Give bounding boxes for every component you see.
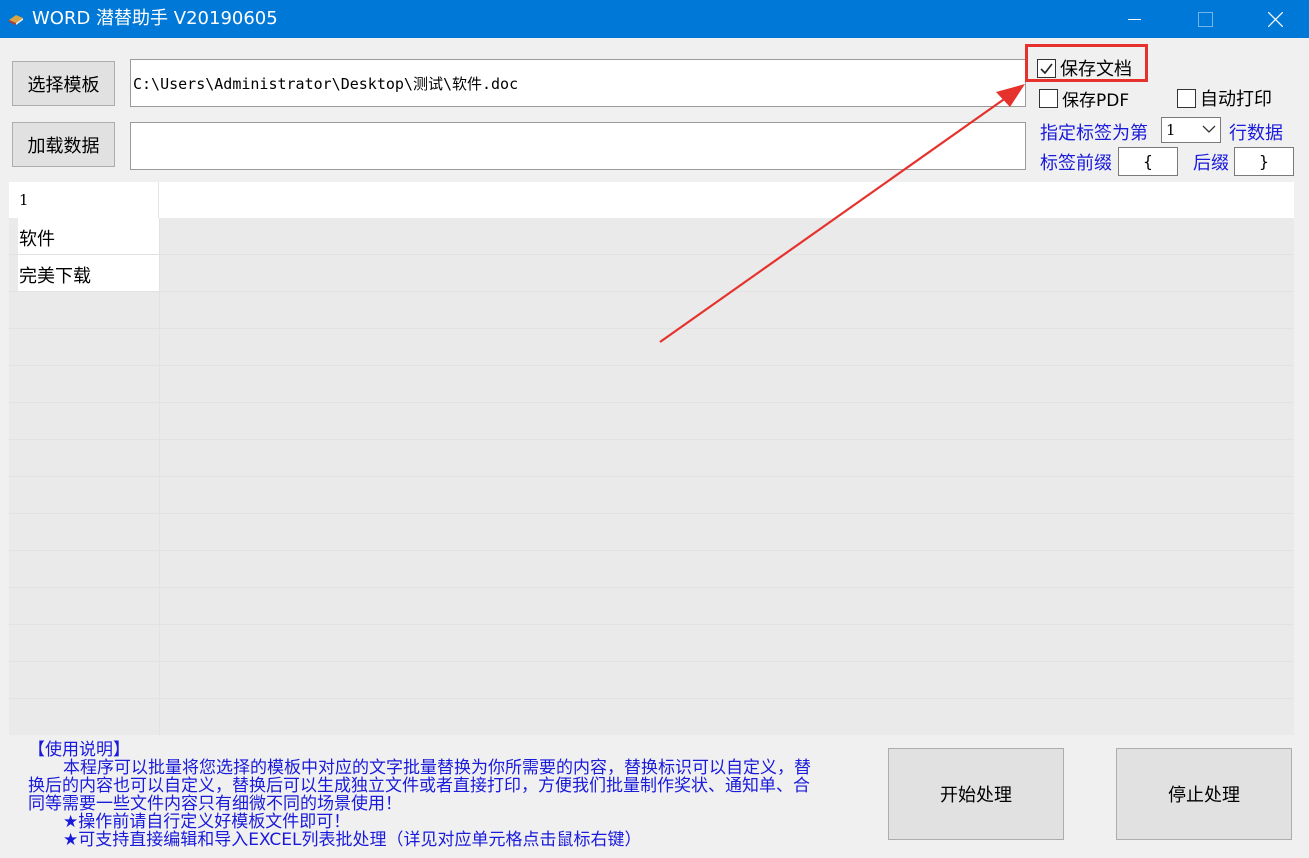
grid-row-line	[9, 661, 1294, 662]
grid-row-line	[9, 698, 1294, 699]
grid-row-line	[9, 291, 1294, 292]
grid-header-cell[interactable]: 1	[9, 182, 159, 218]
data-path-field[interactable]	[130, 122, 1026, 170]
grid-header-row: 1	[9, 182, 1294, 218]
template-path-field[interactable]: C:\Users\Administrator\Desktop\测试\软件.doc	[130, 59, 1026, 107]
grid-row-line	[9, 365, 1294, 366]
template-path-text: C:\Users\Administrator\Desktop\测试\软件.doc	[133, 75, 519, 93]
checkbox-unchecked-icon	[1177, 88, 1196, 108]
tag-prefix-label: 标签前缀	[1040, 153, 1112, 174]
title-bar: WORD 潜替助手 V20190605	[0, 0, 1309, 38]
grid-row-line	[9, 328, 1294, 329]
select-template-button[interactable]: 选择模板	[12, 61, 115, 106]
chevron-down-icon	[1202, 125, 1216, 133]
grid-row-line	[9, 439, 1294, 440]
label-row-prefix: 指定标签为第	[1040, 123, 1148, 144]
close-icon[interactable]	[1240, 0, 1309, 38]
tag-suffix-input[interactable]: }	[1234, 147, 1294, 176]
instructions-line: 同等需要一些文件内容只有细微不同的场景使用！	[28, 794, 402, 814]
grid-row-line	[9, 624, 1294, 625]
usage-instructions: 【使用说明】 本程序可以批量将您选择的模板中对应的文字批量替换为你所需要的内容，…	[28, 741, 868, 849]
instructions-line: ★可支持直接编辑和导入EXCEL列表批处理（详见对应单元格点击鼠标右键）	[63, 830, 642, 850]
window-title: WORD 潜替助手 V20190605	[32, 8, 278, 29]
grid-row-line	[9, 402, 1294, 403]
grid-row-line	[9, 550, 1294, 551]
label-row-select[interactable]: 1	[1161, 117, 1221, 143]
instructions-line: 换后的内容也可以自定义，替换后可以生成独立文件或者直接打印，方便我们批量制作奖状…	[28, 776, 810, 796]
save-pdf-checkbox[interactable]: 保存PDF	[1039, 86, 1129, 111]
instructions-line: 本程序可以批量将您选择的模板中对应的文字批量替换为你所需要的内容，替换标识可以自…	[63, 758, 811, 778]
grid-cell[interactable]: 软件	[18, 218, 159, 254]
data-grid[interactable]: 1 软件 完美下载	[9, 182, 1294, 735]
minimize-icon[interactable]	[1099, 0, 1169, 38]
load-data-button[interactable]: 加载数据	[12, 122, 115, 167]
instructions-heading: 【使用说明】	[28, 740, 130, 760]
grid-row-line	[9, 254, 1294, 255]
app-logo-icon	[9, 15, 23, 25]
maximize-icon[interactable]	[1170, 0, 1240, 38]
grid-row-line	[9, 476, 1294, 477]
stop-button[interactable]: 停止处理	[1116, 748, 1292, 840]
save-pdf-label: 保存PDF	[1062, 91, 1130, 111]
label-row-suffix: 行数据	[1229, 123, 1283, 144]
highlight-box	[1025, 44, 1148, 82]
grid-cell[interactable]: 完美下载	[18, 255, 159, 291]
instructions-line: ★操作前请自行定义好模板文件即可！	[63, 812, 351, 832]
grid-row-line	[9, 513, 1294, 514]
grid-row-line	[9, 587, 1294, 588]
tag-prefix-input[interactable]: {	[1118, 147, 1178, 176]
auto-print-label: 自动打印	[1200, 89, 1272, 110]
start-button[interactable]: 开始处理	[888, 748, 1064, 840]
auto-print-checkbox[interactable]: 自动打印	[1177, 85, 1272, 111]
checkbox-unchecked-icon	[1039, 89, 1058, 108]
tag-suffix-label: 后缀	[1193, 153, 1229, 174]
label-row-value: 1	[1166, 121, 1176, 139]
